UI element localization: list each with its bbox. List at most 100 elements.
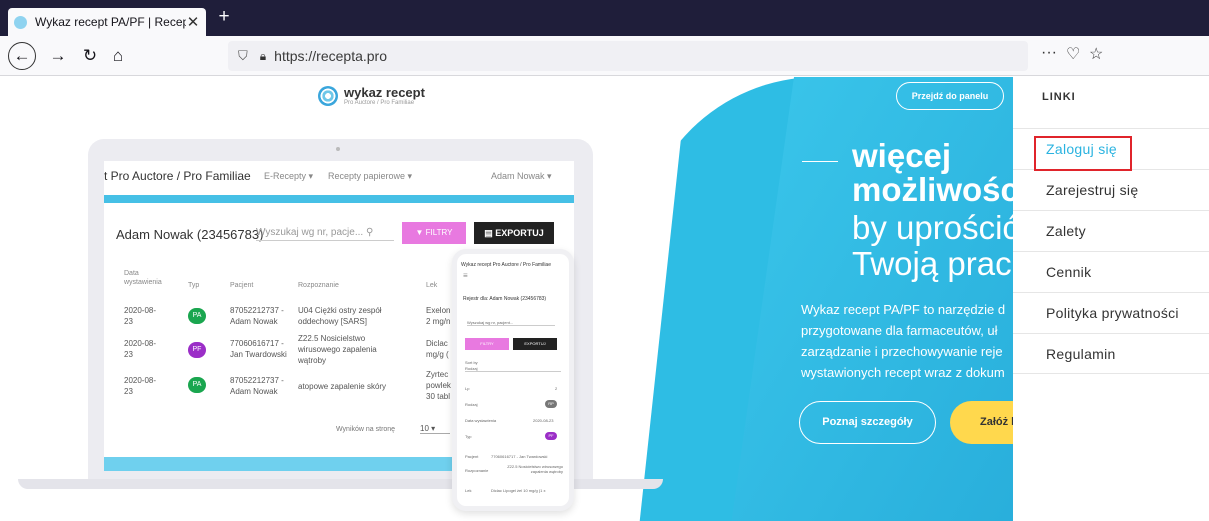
hero-line-2: możliwości [852, 171, 1029, 208]
app-navbar: t Pro Auctore / Pro Familiae E-Recepty ▾… [104, 161, 574, 191]
browser-tab[interactable]: Wykaz recept PA/PF | Recepta.p ✕ [8, 8, 206, 36]
phone-registry: Rejestr dla: Adam Nowak (23456783) [463, 296, 547, 302]
app-export-label: EXPORTUJ [495, 228, 544, 238]
camera-dot [336, 147, 340, 151]
highlight-box [1034, 136, 1132, 171]
close-tab-icon[interactable]: ✕ [186, 13, 200, 31]
hero-line-4: Twoją pracę [852, 245, 1030, 282]
hero-desc-line-1: Wykaz recept PA/PF to narzędzie d [801, 302, 1006, 317]
row3-type-badge: PA [188, 377, 206, 393]
page-actions-menu-icon[interactable]: ··· [1041, 44, 1057, 62]
menu-item-terms[interactable]: Regulamin [1013, 333, 1209, 374]
menu-e-recepty: E-Recepty ▾ [264, 170, 314, 181]
web-page: wykaz recept Pro Auctore / Pro Familiae … [0, 77, 1209, 521]
logo-title: wykaz recept [344, 85, 425, 100]
phone-field-date-value: 2020-08-23 [533, 418, 554, 423]
bookmark-star-icon[interactable]: ☆ [1089, 44, 1103, 64]
menu-item-features[interactable]: Zalety [1013, 210, 1209, 251]
menu-item-pricing[interactable]: Cennik [1013, 251, 1209, 292]
phone-field-rodzaj-label: Rodzaj [465, 402, 478, 407]
row1-date: 2020-08- 23 [124, 306, 157, 326]
learn-more-button[interactable]: Poznaj szczegóły [799, 401, 936, 444]
menu-item-register[interactable]: Zarejestruj się [1013, 169, 1209, 210]
phone-mockup: Wykaz recept Pro Auctore / Pro Familiae … [452, 249, 574, 511]
app-export-button: ▤ EXPORTUJ [474, 222, 554, 244]
home-button[interactable]: ⌂ [104, 42, 132, 70]
row3-patient: 87052212737 - Adam Nowak [230, 376, 284, 396]
row1-patient: 87052212737 - Adam Nowak [230, 306, 284, 326]
row1-diagnosis: U04 Ciężki ostry zespół oddechowy [SARS] [298, 306, 382, 326]
phone-field-rodzaj-value: RP [545, 400, 557, 408]
forward-button[interactable]: → [44, 42, 72, 70]
col-diagnosis: Rozpoznanie [298, 282, 339, 289]
favicon-icon [14, 15, 27, 29]
side-menu-title: LINKI [1042, 91, 1076, 103]
row2-type-badge: PF [188, 342, 206, 358]
phone-field-drug-value: Diclac Lipogel żel 10 mg/g (1 x [491, 488, 546, 493]
row2-date: 2020-08- 23 [124, 339, 157, 359]
back-button[interactable]: ← [8, 42, 36, 70]
phone-field-patient-label: Pacjent [465, 454, 479, 459]
site-logo[interactable]: wykaz recept Pro Auctore / Pro Familiae [318, 85, 425, 106]
row2-patient: 77060616717 - Jan Twardowski [230, 339, 287, 359]
row1-type-badge: PA [188, 308, 206, 324]
url-bar[interactable]: ⛉ 🔒︎ https://recepta.pro [228, 41, 1028, 71]
app-search-placeholder: Wyszukaj wg nr, pacje... [256, 227, 364, 238]
filter-icon: ▼ [415, 228, 426, 237]
app-user-menu: Adam Nowak ▾ [491, 170, 552, 181]
go-to-panel-button[interactable]: Przejdź do panelu [896, 82, 1004, 110]
app-search: Wyszukaj wg nr, pacje... ⚲ [256, 227, 394, 241]
phone-field-lp-value: 2 [555, 386, 558, 391]
col-type: Typ [188, 282, 200, 289]
app-brand: t Pro Auctore / Pro Familiae [104, 169, 251, 183]
row3-diagnosis: atopowe zapalenie skóry [298, 382, 387, 391]
tab-title: Wykaz recept PA/PF | Recepta.p [35, 15, 186, 29]
phone-field-type-value: PF [545, 432, 557, 440]
phone-field-date-label: Data wystawienia [465, 418, 497, 423]
new-tab-button[interactable]: + [214, 7, 234, 27]
shield-icon[interactable]: ⛉ [238, 48, 248, 64]
phone-field-diag-label: Rozpoznanie [465, 468, 489, 473]
col-date: Data wystawienia [124, 270, 162, 286]
url-text[interactable]: https://recepta.pro [274, 48, 387, 64]
phone-field-type-label: Typ [465, 434, 472, 439]
hero-desc-line-2: przygotowane dla farmaceutów, uł [801, 323, 998, 338]
app-filter-button: ▼ FILTRY [402, 222, 466, 244]
fingerprint-icon [318, 85, 338, 106]
phone-header: Wykaz recept Pro Auctore / Pro Familiae [461, 262, 551, 268]
col-patient: Pacjent [230, 282, 254, 289]
export-file-icon: ▤ [484, 228, 496, 238]
app-patient-name: Adam Nowak (23456783) [116, 227, 264, 242]
hero-description: Wykaz recept PA/PF to narzędzie d przygo… [801, 299, 1031, 383]
app-band [104, 195, 574, 203]
per-page-label: Wyników na stronę [336, 426, 396, 433]
lock-icon[interactable]: 🔒︎ [260, 49, 266, 64]
hero-line-3: by uprościć [852, 209, 1019, 246]
phone-filter-button: FILTRY [465, 338, 509, 350]
per-page-select: 10 ▾ [420, 424, 450, 434]
menu-item-privacy[interactable]: Polityka prywatności [1013, 292, 1209, 333]
phone-field-diag-value: Z22.5 Nosicielstwo wirusowego zapalenia … [507, 464, 563, 474]
row2-drug: Diclac mg/g ( [426, 339, 449, 359]
app-filter-label: FILTRY [425, 228, 453, 237]
phone-sort-value: Rodzaj [465, 366, 561, 372]
phone-field-lp-label: Lp [465, 386, 470, 391]
hero-line-1: więcej [852, 137, 952, 174]
search-icon: ⚲ [365, 227, 374, 238]
pocket-icon[interactable]: ♡ [1066, 44, 1080, 64]
menu-recepty-papierowe: Recepty papierowe ▾ [328, 170, 413, 181]
reload-button[interactable]: ↻ [76, 42, 104, 70]
hero-decor-line [802, 161, 838, 162]
phone-search: Wyszukaj wg nr, pacjent... [467, 320, 555, 326]
row1-drug: Exelon 2 mg/n [426, 306, 451, 326]
nav-bar: ← → ↻ ⌂ ⛉ 🔒︎ https://recepta.pro ··· ♡ ☆ [0, 36, 1209, 76]
logo-subtitle: Pro Auctore / Pro Familiae [344, 100, 415, 106]
row3-date: 2020-08- 23 [124, 376, 157, 396]
phone-export-button: EXPORTUJ [513, 338, 557, 350]
tab-bar: Wykaz recept PA/PF | Recepta.p ✕ + [0, 0, 1209, 36]
col-drug: Lek [426, 282, 438, 289]
row3-drug: Zyrtec powlek 30 tabl [426, 370, 451, 401]
phone-sort-label: Sort by [465, 360, 478, 365]
hero-desc-line-4: wystawionych recept wraz z dokum [801, 365, 1005, 380]
phone-field-patient-value: 77060616717 - Jan Twardowski [491, 454, 548, 459]
